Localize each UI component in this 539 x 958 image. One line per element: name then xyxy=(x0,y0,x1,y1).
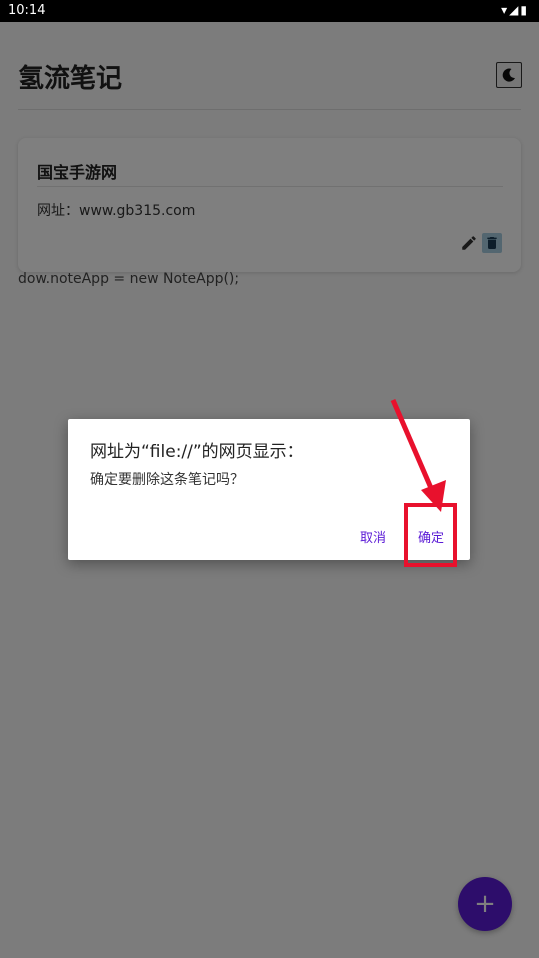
status-time: 10:14 xyxy=(8,3,46,18)
battery-icon: ▮ xyxy=(520,3,529,17)
wifi-icon: ▾ xyxy=(501,3,510,17)
status-bar: 10:14 ▾◢▮ xyxy=(0,0,539,22)
annotation-highlight-box xyxy=(404,503,457,567)
dialog-message: 确定要删除这条笔记吗？ xyxy=(90,472,244,488)
dialog-title: 网址为“file://”的网页显示： xyxy=(90,442,304,462)
cancel-button[interactable]: 取消 xyxy=(360,527,386,546)
signal-icon: ◢ xyxy=(509,3,521,17)
status-icons: ▾◢▮ xyxy=(501,3,529,17)
